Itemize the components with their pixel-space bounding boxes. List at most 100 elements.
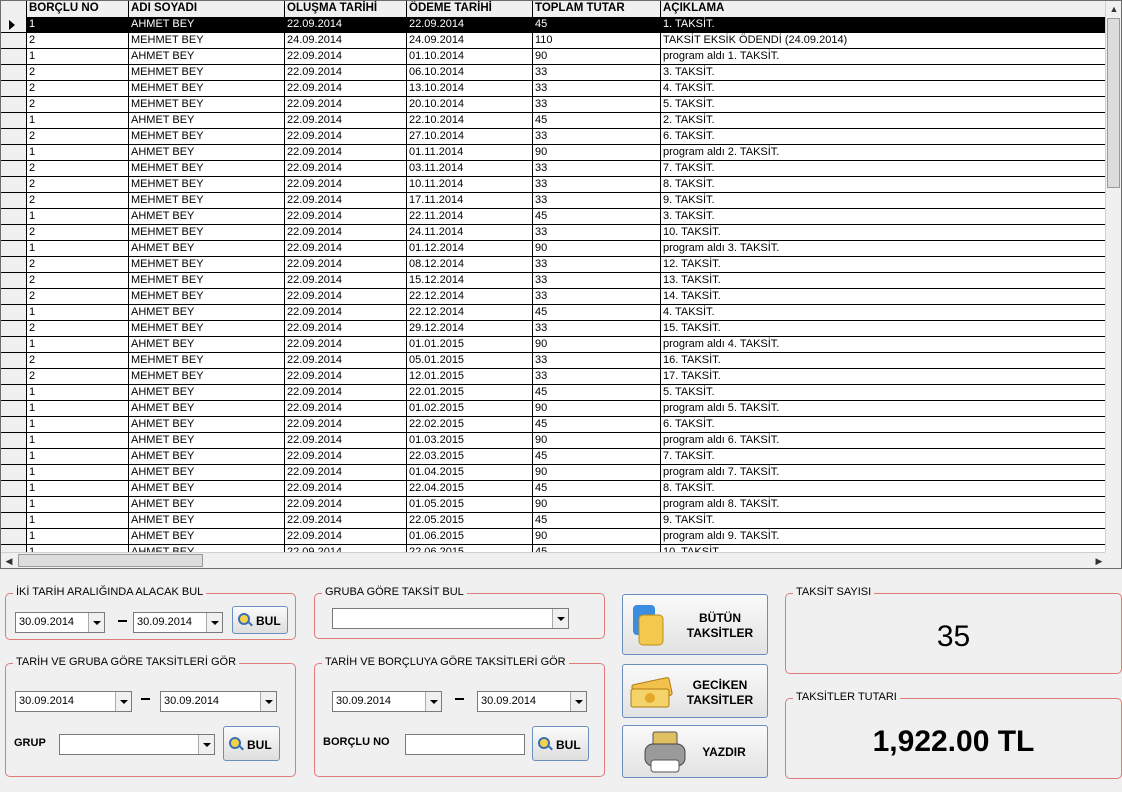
table-cell[interactable]: 22.09.2014 xyxy=(285,225,407,240)
row-header[interactable] xyxy=(1,97,27,112)
table-cell[interactable]: 22.09.2014 xyxy=(285,497,407,512)
table-cell[interactable]: 24.09.2014 xyxy=(285,33,407,48)
table-cell[interactable]: 22.01.2015 xyxy=(407,385,533,400)
table-cell[interactable]: 22.12.2014 xyxy=(407,305,533,320)
table-cell[interactable]: 33 xyxy=(533,289,661,304)
table-cell[interactable]: MEHMET BEY xyxy=(129,193,285,208)
table-cell[interactable]: 33 xyxy=(533,97,661,112)
row-header[interactable] xyxy=(1,17,27,32)
table-cell[interactable]: 01.10.2014 xyxy=(407,49,533,64)
table-cell[interactable]: AHMET BEY xyxy=(129,417,285,432)
table-row[interactable]: 1 AHMET BEY 22.09.2014 01.01.2015 90 program … xyxy=(1,337,1107,353)
row-header[interactable] xyxy=(1,497,27,512)
table-cell[interactable]: 90 xyxy=(533,145,661,160)
table-cell[interactable]: 05.01.2015 xyxy=(407,353,533,368)
scroll-left-icon[interactable]: ◀ xyxy=(1,553,17,568)
table-cell[interactable]: 1 xyxy=(27,385,129,400)
chevron-down-icon[interactable] xyxy=(206,613,222,632)
table-cell[interactable]: 17.11.2014 xyxy=(407,193,533,208)
date-group-group-select[interactable] xyxy=(59,734,215,755)
table-cell[interactable]: 90 xyxy=(533,497,661,512)
table-cell[interactable]: 110 xyxy=(533,33,661,48)
table-cell[interactable]: 33 xyxy=(533,225,661,240)
table-row[interactable]: 1 AHMET BEY 22.09.2014 01.03.2015 90 program … xyxy=(1,433,1107,449)
col-header-created-date[interactable]: OLUŞMA TARİHİ xyxy=(285,1,407,17)
table-cell[interactable]: 33 xyxy=(533,193,661,208)
table-cell[interactable]: 22.03.2015 xyxy=(407,449,533,464)
row-header[interactable] xyxy=(1,161,27,176)
table-cell[interactable]: 8. TAKSİT. xyxy=(661,177,1107,192)
table-row[interactable]: 1 AHMET BEY 22.09.2014 22.01.2015 45 5. TAKSİ… xyxy=(1,385,1107,401)
table-cell[interactable]: 6. TAKSİT. xyxy=(661,129,1107,144)
table-cell[interactable]: 5. TAKSİT. xyxy=(661,97,1107,112)
table-cell[interactable]: program aldı 2. TAKSİT. xyxy=(661,145,1107,160)
table-row[interactable]: 2 MEHMET BEY 24.09.2014 24.09.2014 110 TAKSİ… xyxy=(1,33,1107,49)
date-range-find-button[interactable]: BUL xyxy=(232,606,288,634)
table-row[interactable]: 1 AHMET BEY 22.09.2014 01.02.2015 90 program … xyxy=(1,401,1107,417)
date-range-to-picker[interactable]: 30.09.2014 xyxy=(133,612,223,633)
row-header[interactable] xyxy=(1,433,27,448)
table-cell[interactable]: MEHMET BEY xyxy=(129,225,285,240)
table-row[interactable]: 1 AHMET BEY 22.09.2014 22.11.2014 45 3. TAKSİ… xyxy=(1,209,1107,225)
table-row[interactable]: 2 MEHMET BEY 22.09.2014 12.01.2015 33 17. TAK… xyxy=(1,369,1107,385)
table-cell[interactable]: 1 xyxy=(27,17,129,32)
row-header[interactable] xyxy=(1,353,27,368)
table-cell[interactable]: AHMET BEY xyxy=(129,113,285,128)
table-cell[interactable]: MEHMET BEY xyxy=(129,97,285,112)
table-cell[interactable]: 4. TAKSİT. xyxy=(661,81,1107,96)
row-header[interactable] xyxy=(1,257,27,272)
row-header[interactable] xyxy=(1,513,27,528)
table-row[interactable]: 1 AHMET BEY 22.09.2014 22.03.2015 45 7. TAKSİ… xyxy=(1,449,1107,465)
table-cell[interactable]: 45 xyxy=(533,385,661,400)
table-cell[interactable]: 1 xyxy=(27,401,129,416)
table-row[interactable]: 1 AHMET BEY 22.09.2014 22.09.2014 45 1. TAKSİ… xyxy=(1,17,1107,33)
table-cell[interactable]: AHMET BEY xyxy=(129,465,285,480)
table-cell[interactable]: 22.09.2014 xyxy=(285,433,407,448)
date-group-find-button[interactable]: BUL xyxy=(223,726,280,761)
table-cell[interactable]: AHMET BEY xyxy=(129,337,285,352)
row-header[interactable] xyxy=(1,33,27,48)
row-header[interactable] xyxy=(1,209,27,224)
horizontal-scroll-thumb[interactable] xyxy=(18,554,203,567)
col-header-debtor-no[interactable]: BORÇLU NO xyxy=(27,1,129,17)
chevron-down-icon[interactable] xyxy=(115,692,131,711)
table-cell[interactable]: 1 xyxy=(27,113,129,128)
table-row[interactable]: 2 MEHMET BEY 22.09.2014 27.10.2014 33 6. TAKS… xyxy=(1,129,1107,145)
date-debtor-to-picker[interactable]: 30.09.2014 xyxy=(477,691,587,712)
table-cell[interactable]: 22.09.2014 xyxy=(407,17,533,32)
row-header[interactable] xyxy=(1,177,27,192)
table-cell[interactable]: 2 xyxy=(27,321,129,336)
table-row[interactable]: 2 MEHMET BEY 22.09.2014 10.11.2014 33 8. TAKS… xyxy=(1,177,1107,193)
table-cell[interactable]: program aldı 8. TAKSİT. xyxy=(661,497,1107,512)
table-cell[interactable]: 01.03.2015 xyxy=(407,433,533,448)
debtor-no-input[interactable] xyxy=(405,734,525,755)
row-header[interactable] xyxy=(1,145,27,160)
table-cell[interactable]: 2 xyxy=(27,65,129,80)
table-cell[interactable]: 22.09.2014 xyxy=(285,449,407,464)
table-cell[interactable]: 45 xyxy=(533,449,661,464)
chevron-down-icon[interactable] xyxy=(260,692,276,711)
table-row[interactable]: 1 AHMET BEY 22.09.2014 22.10.2014 45 2. TAKSİ… xyxy=(1,113,1107,129)
chevron-down-icon[interactable] xyxy=(425,692,441,711)
date-debtor-from-picker[interactable]: 30.09.2014 xyxy=(332,691,442,712)
table-row[interactable]: 1 AHMET BEY 22.09.2014 22.12.2014 45 4. TAKSİ… xyxy=(1,305,1107,321)
table-cell[interactable]: 03.11.2014 xyxy=(407,161,533,176)
table-cell[interactable]: 33 xyxy=(533,81,661,96)
table-cell[interactable]: 01.06.2015 xyxy=(407,529,533,544)
table-cell[interactable]: MEHMET BEY xyxy=(129,321,285,336)
table-cell[interactable]: 20.10.2014 xyxy=(407,97,533,112)
table-cell[interactable]: AHMET BEY xyxy=(129,385,285,400)
table-cell[interactable]: MEHMET BEY xyxy=(129,177,285,192)
table-cell[interactable]: 22.09.2014 xyxy=(285,257,407,272)
table-cell[interactable]: 01.04.2015 xyxy=(407,465,533,480)
table-cell[interactable]: 1 xyxy=(27,417,129,432)
horizontal-scrollbar[interactable]: ◀ ▶ xyxy=(1,552,1107,568)
table-row[interactable]: 1 AHMET BEY 22.09.2014 01.06.2015 90 program … xyxy=(1,529,1107,545)
table-cell[interactable]: MEHMET BEY xyxy=(129,273,285,288)
table-cell[interactable]: program aldı 7. TAKSİT. xyxy=(661,465,1107,480)
table-cell[interactable]: program aldı 9. TAKSİT. xyxy=(661,529,1107,544)
chevron-down-icon[interactable] xyxy=(570,692,586,711)
table-cell[interactable]: 5. TAKSİT. xyxy=(661,385,1107,400)
table-cell[interactable]: 33 xyxy=(533,177,661,192)
table-cell[interactable]: 1 xyxy=(27,145,129,160)
